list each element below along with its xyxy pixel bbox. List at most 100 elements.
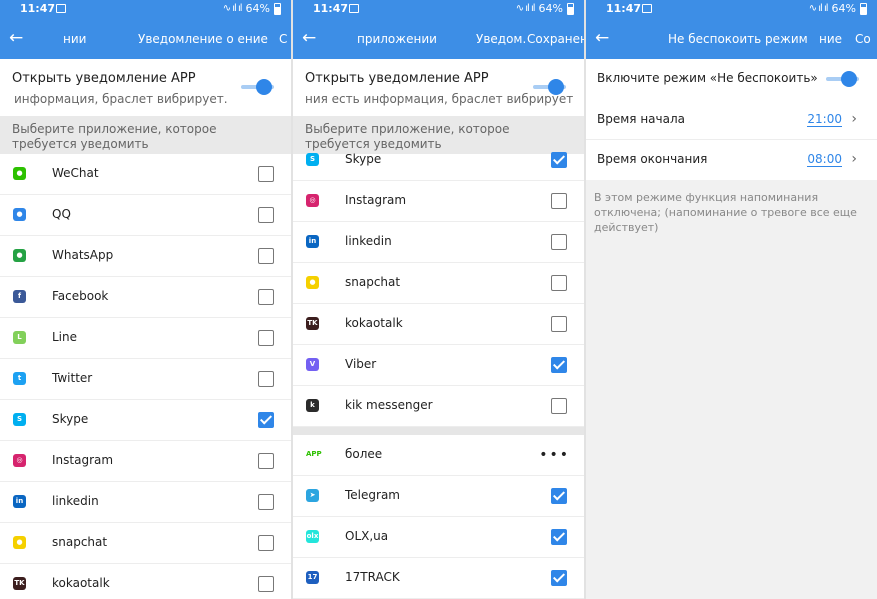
list-item[interactable]: S Skype (0, 400, 291, 441)
app-checkbox[interactable] (258, 166, 274, 182)
app-checkbox[interactable] (551, 570, 567, 586)
gallery-notification-icon (349, 4, 359, 13)
app-name: snapchat (345, 275, 401, 289)
back-arrow-icon[interactable]: ← (302, 27, 322, 49)
app-checkbox[interactable] (551, 357, 567, 373)
notification-settings-panel-1: 11:47 ∿ ıl ıl 64% ← нии Уведомление о ен… (0, 0, 291, 599)
app-checkbox[interactable] (258, 330, 274, 346)
toggle-thumb (548, 79, 564, 95)
page-title-fragment: приложении (357, 32, 437, 46)
list-item[interactable]: ◎ Instagram (0, 441, 291, 482)
list-item[interactable]: TK kokaotalk (0, 564, 291, 599)
list-item[interactable]: TK kokaotalk (293, 304, 584, 345)
app-checkbox[interactable] (258, 412, 274, 428)
page-title: Уведом. (476, 32, 527, 46)
line-icon: L (13, 331, 26, 344)
save-button[interactable]: Сохранен (527, 32, 584, 46)
toggle-thumb (256, 79, 272, 95)
app-name: QQ (52, 207, 71, 221)
app-checkbox[interactable] (258, 535, 274, 551)
app-checkbox[interactable] (551, 193, 567, 209)
page-title-fragment: нии (63, 32, 87, 46)
app-name: Viber (345, 357, 377, 371)
list-item[interactable]: ● snapchat (293, 263, 584, 304)
dnd-toggle-row[interactable]: Включите режим «Не беспокоить» (586, 59, 877, 99)
app-name: WhatsApp (52, 248, 114, 262)
save-button[interactable]: Со (855, 32, 871, 46)
notify-app-subtitle: информация, браслет вибрирует. (14, 92, 228, 106)
qq-icon: ● (13, 208, 26, 221)
end-time-label: Время окончания (597, 152, 708, 166)
app-name: kokaotalk (52, 576, 110, 590)
wechat-icon: ● (13, 167, 26, 180)
app-name: linkedin (52, 494, 99, 508)
app-name: Twitter (52, 371, 93, 385)
app-checkbox[interactable] (258, 289, 274, 305)
dnd-settings-card: Включите режим «Не беспокоить» Время нач… (586, 59, 877, 180)
whatsapp-icon: ● (13, 249, 26, 262)
app-checkbox[interactable] (551, 398, 567, 414)
list-item[interactable]: olx OLX,ua (293, 517, 584, 558)
back-arrow-icon[interactable]: ← (595, 27, 615, 49)
kakaotalk-icon: TK (13, 577, 26, 590)
end-time-row[interactable]: Время окончания 08:00 › (586, 140, 877, 180)
app-checkbox[interactable] (551, 234, 567, 250)
telegram-icon: ➤ (306, 489, 319, 502)
app-checkbox[interactable] (551, 529, 567, 545)
app-name: Instagram (52, 453, 114, 467)
instagram-icon: ◎ (306, 194, 319, 207)
list-item[interactable]: t Twitter (0, 359, 291, 400)
list-item[interactable]: ➤ Telegram (293, 476, 584, 517)
app-checkbox[interactable] (258, 453, 274, 469)
list-item[interactable]: k kik messenger (293, 386, 584, 427)
list-item[interactable]: ● QQ (0, 195, 291, 236)
app-checkbox[interactable] (258, 494, 274, 510)
linkedin-icon: in (306, 235, 319, 248)
list-item[interactable]: S Skype (293, 140, 584, 181)
battery-icon (860, 2, 867, 15)
list-item[interactable]: in linkedin (293, 222, 584, 263)
end-time-value[interactable]: 08:00 (807, 152, 842, 167)
more-options-icon[interactable]: ••• (539, 447, 570, 463)
skype-icon: S (13, 413, 26, 426)
start-time-row[interactable]: Время начала 21:00 › (586, 100, 877, 140)
do-not-disturb-panel: 11:47 ∿ ıl ıl 64% ← Не беспокоить режим … (586, 0, 877, 599)
list-item[interactable]: ● WeChat (0, 154, 291, 195)
dnd-toggle-label: Включите режим «Не беспокоить» (597, 71, 818, 85)
17track-icon: 17 (306, 571, 319, 584)
battery-icon (567, 2, 574, 15)
save-button[interactable]: С (279, 32, 287, 46)
list-item[interactable]: ● WhatsApp (0, 236, 291, 277)
list-item[interactable]: V Viber (293, 345, 584, 386)
list-item[interactable]: in linkedin (0, 482, 291, 523)
app-checkbox[interactable] (551, 488, 567, 504)
page-title: Не беспокоить режим (668, 32, 808, 46)
section-header: Выберите приложение, которое требуется у… (0, 116, 291, 154)
app-checkbox[interactable] (258, 371, 274, 387)
status-time: 11:47 (606, 2, 642, 15)
app-checkbox[interactable] (258, 207, 274, 223)
list-item[interactable]: ● snapchat (0, 523, 291, 564)
instagram-icon: ◎ (13, 454, 26, 467)
facebook-icon: f (13, 290, 26, 303)
notify-app-subtitle: ния есть информация, браслет вибрирует (305, 92, 574, 106)
back-arrow-icon[interactable]: ← (9, 27, 29, 49)
list-item[interactable]: ◎ Instagram (293, 181, 584, 222)
app-checkbox[interactable] (551, 152, 567, 168)
app-checkbox[interactable] (551, 275, 567, 291)
start-time-value[interactable]: 21:00 (807, 112, 842, 127)
dnd-toggle-thumb[interactable] (841, 71, 857, 87)
more-apps-row[interactable]: APP более ••• (293, 435, 584, 476)
app-checkbox[interactable] (258, 576, 274, 592)
battery-percent: 64% (831, 2, 856, 15)
signal-icon: ∿ ıl ıl (808, 3, 829, 14)
list-item[interactable]: 17 17TRACK (293, 558, 584, 599)
list-item[interactable]: L Line (0, 318, 291, 359)
app-checkbox[interactable] (258, 248, 274, 264)
list-item[interactable]: f Facebook (0, 277, 291, 318)
battery-percent: 64% (245, 2, 270, 15)
status-time: 11:47 (313, 2, 349, 15)
status-bar: 11:47 ∿ ıl ıl 64% (293, 0, 584, 19)
app-bar: ← Не беспокоить режим ние Со (586, 19, 877, 59)
app-checkbox[interactable] (551, 316, 567, 332)
